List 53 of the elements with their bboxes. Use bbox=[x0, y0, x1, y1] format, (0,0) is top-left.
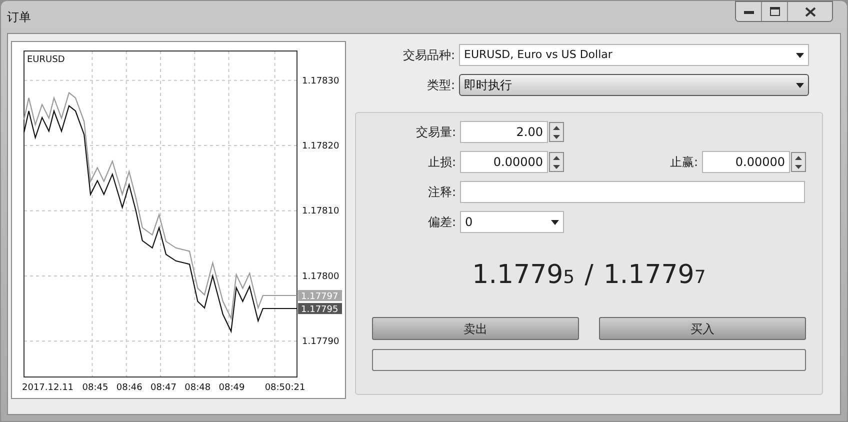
caret-icon bbox=[796, 52, 804, 58]
field-label: 注释: bbox=[426, 184, 457, 201]
trade-button[interactable]: 卖出 bbox=[372, 317, 579, 340]
minimize-icon bbox=[744, 10, 754, 14]
field-label: 止损: bbox=[426, 154, 457, 171]
chart-title: EURUSD bbox=[27, 55, 65, 65]
caret-icon bbox=[551, 220, 559, 224]
field-label: 类型: bbox=[426, 77, 456, 94]
axis-label: 08:47 bbox=[150, 383, 176, 393]
price-text: 1.17795 bbox=[472, 258, 575, 292]
separator-text: / bbox=[584, 258, 594, 292]
field-label: 止赢: bbox=[668, 154, 699, 171]
axis-label: 08:49 bbox=[218, 383, 245, 393]
window-title: 订单 bbox=[7, 9, 31, 26]
caret-icon bbox=[796, 82, 804, 88]
axis-label: 1.17790 bbox=[302, 337, 340, 348]
up-arrow-icon bbox=[795, 156, 802, 160]
number-field[interactable]: 0.00000 bbox=[702, 151, 790, 173]
price-tag: 1.17795 bbox=[298, 303, 342, 316]
price-tag: 1.17797 bbox=[298, 290, 342, 302]
axis-label: 1.17820 bbox=[302, 142, 340, 152]
comment-field[interactable] bbox=[460, 181, 805, 203]
spin-buttons[interactable] bbox=[549, 122, 564, 142]
trade-button[interactable]: 买入 bbox=[599, 317, 806, 340]
close-icon bbox=[804, 6, 816, 16]
number-field[interactable]: 2.00 bbox=[460, 121, 548, 143]
spin-buttons[interactable] bbox=[549, 152, 564, 172]
down-arrow-icon bbox=[553, 164, 560, 168]
close-button[interactable] bbox=[788, 2, 832, 21]
down-arrow-icon bbox=[553, 134, 560, 138]
deviation-dropdown[interactable]: 0 bbox=[460, 211, 564, 233]
up-arrow-icon bbox=[553, 126, 560, 130]
minimize-button[interactable] bbox=[736, 2, 762, 21]
down-arrow-icon bbox=[795, 164, 802, 168]
number-field[interactable]: 0.00000 bbox=[460, 151, 548, 173]
axis-label: 08:50:21 bbox=[264, 383, 306, 393]
axis-label: 2017.12.11 bbox=[22, 383, 74, 393]
axis-label: 1.17800 bbox=[302, 272, 340, 282]
price-text: 1.17797 bbox=[603, 258, 706, 292]
type-dropdown[interactable]: 即时执行 bbox=[459, 74, 809, 96]
spin-buttons[interactable] bbox=[791, 152, 806, 172]
up-arrow-icon bbox=[553, 156, 560, 160]
axis-label: 1.17810 bbox=[302, 206, 340, 217]
field-label: 偏差: bbox=[426, 214, 457, 231]
symbol-dropdown[interactable]: EURUSD, Euro vs US Dollar bbox=[459, 44, 809, 66]
axis-label: 1.17830 bbox=[302, 76, 340, 86]
field-label: 交易量: bbox=[414, 124, 457, 141]
maximize-icon bbox=[770, 7, 780, 16]
axis-label: 08:48 bbox=[184, 383, 211, 393]
axis-label: 08:45 bbox=[82, 383, 108, 393]
maximize-button[interactable] bbox=[762, 2, 788, 21]
axis-label: 08:46 bbox=[116, 383, 142, 393]
field-label: 交易品种: bbox=[402, 47, 456, 64]
